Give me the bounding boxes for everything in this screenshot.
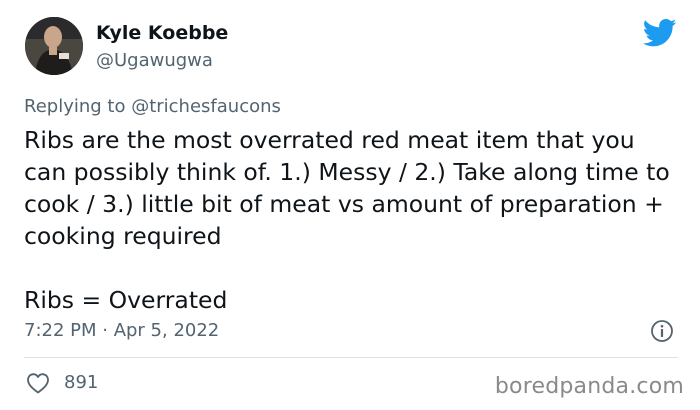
tweet-timestamp[interactable]: 7:22 PM · Apr 5, 2022 bbox=[24, 320, 219, 341]
replying-to-line: Replying to @trichesfaucons bbox=[24, 96, 281, 117]
avatar[interactable] bbox=[25, 17, 83, 75]
author-handle[interactable]: @Ugawugwa bbox=[96, 50, 213, 71]
tweet-text-paragraph-1: Ribs are the most overrated red meat ite… bbox=[24, 126, 670, 250]
twitter-bird-icon[interactable] bbox=[642, 18, 677, 48]
author-display-name[interactable]: Kyle Koebbe bbox=[96, 22, 228, 44]
divider bbox=[24, 357, 678, 358]
reply-mention-link[interactable]: @trichesfaucons bbox=[131, 96, 281, 117]
heart-icon[interactable] bbox=[26, 372, 50, 394]
tweet-text-paragraph-2: Ribs = Overrated bbox=[24, 286, 228, 314]
info-icon[interactable] bbox=[650, 319, 674, 343]
avatar-image bbox=[25, 17, 83, 75]
replying-to-label: Replying to bbox=[24, 96, 132, 117]
tweet-text: Ribs are the most overrated red meat ite… bbox=[24, 124, 684, 316]
tweet-card: Kyle Koebbe @Ugawugwa Replying to @trich… bbox=[0, 0, 700, 410]
like-count[interactable]: 891 bbox=[64, 372, 98, 393]
boredpanda-watermark: boredpanda.com bbox=[494, 374, 684, 399]
